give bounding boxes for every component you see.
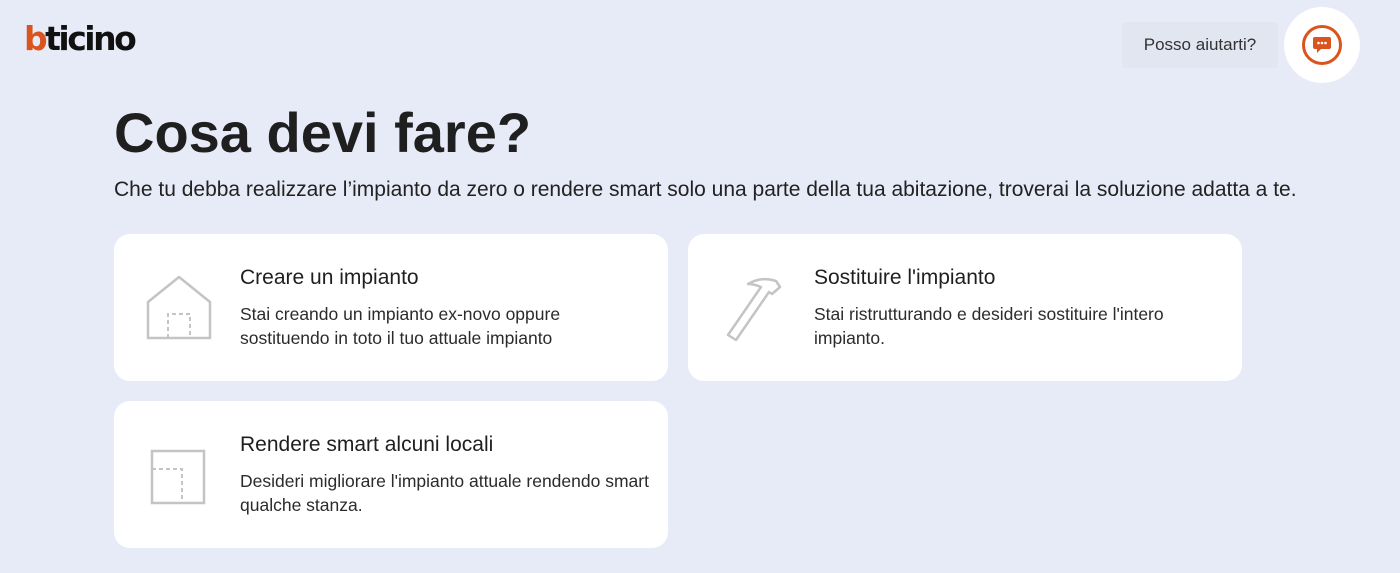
option-card-replace-system[interactable]: Sostituire l'impianto Stai ristrutturand… bbox=[688, 234, 1242, 381]
chat-bubble-icon bbox=[1302, 25, 1342, 65]
bticino-logo[interactable]: bticino bbox=[24, 19, 137, 58]
chat-button[interactable] bbox=[1284, 7, 1360, 83]
card-title: Sostituire l'impianto bbox=[814, 266, 996, 289]
card-description: Desideri migliorare l'impianto attuale r… bbox=[240, 471, 649, 515]
help-prompt-label: Posso aiutarti? bbox=[1143, 35, 1257, 54]
room-icon bbox=[142, 439, 216, 513]
option-card-smart-rooms[interactable]: Rendere smart alcuni locali Desideri mig… bbox=[114, 401, 668, 548]
page-title: Cosa devi fare? bbox=[114, 101, 532, 164]
card-title: Rendere smart alcuni locali bbox=[240, 433, 494, 456]
card-description: Stai creando un impianto ex-novo oppure … bbox=[240, 304, 561, 348]
page-subtitle: Che tu debba realizzare l’impianto da ze… bbox=[114, 178, 1297, 201]
help-prompt[interactable]: Posso aiutarti? bbox=[1122, 22, 1278, 68]
option-card-create-system[interactable]: Creare un impianto Stai creando un impia… bbox=[114, 234, 668, 381]
card-title: Creare un impianto bbox=[240, 266, 419, 289]
house-icon bbox=[142, 272, 216, 346]
card-description: Stai ristrutturando e desideri sostituir… bbox=[814, 304, 1164, 348]
logo-wordmark: ticino bbox=[45, 19, 137, 58]
hammer-icon bbox=[716, 272, 790, 346]
logo-letter-b: b bbox=[24, 19, 48, 58]
